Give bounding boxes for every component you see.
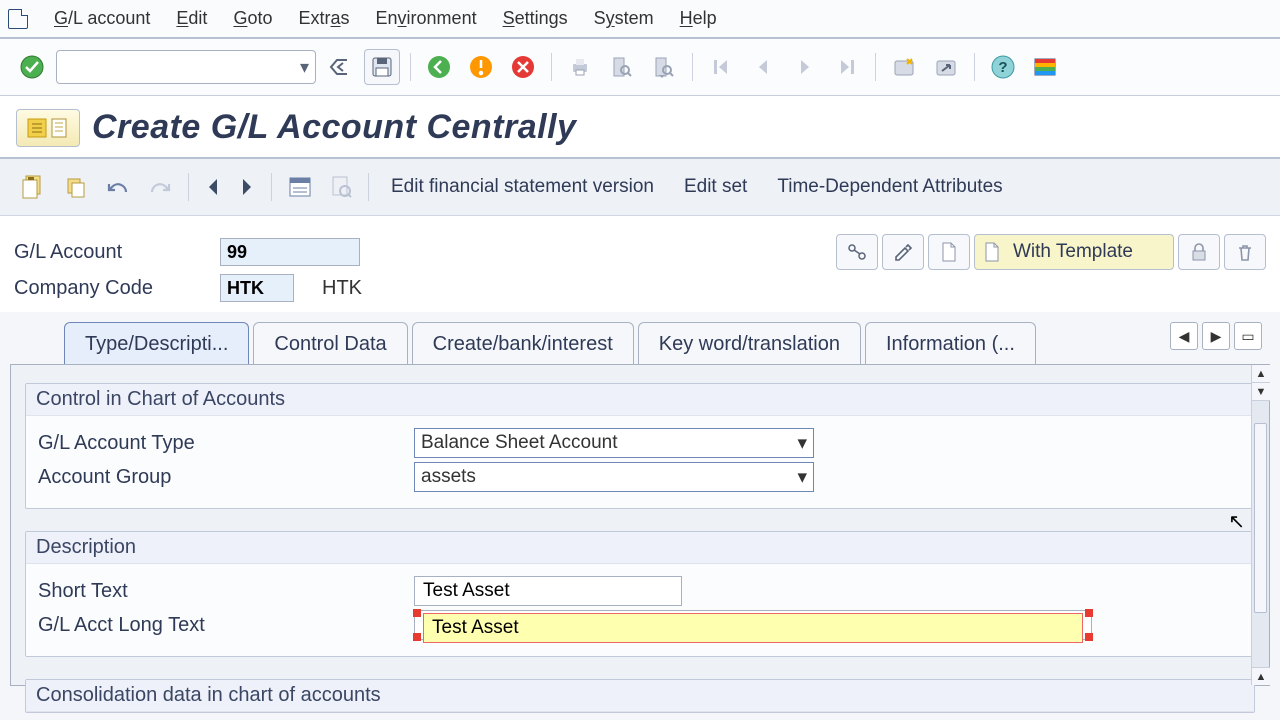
nav-back-icon[interactable] (421, 49, 457, 85)
exit-icon[interactable] (463, 49, 499, 85)
template-doc-icon (983, 241, 1001, 263)
group-title-consolidation: Consolidation data in chart of accounts (26, 680, 1254, 712)
group-chart-control: Control in Chart of Accounts G/L Account… (25, 383, 1255, 509)
company-code-text: HTK (322, 277, 362, 300)
edit-fsv-link[interactable]: Edit financial statement version (379, 172, 666, 202)
object-icon (16, 109, 80, 147)
help-icon[interactable]: ? (985, 49, 1021, 85)
long-text-label: G/L Acct Long Text (38, 614, 414, 637)
shortcut-icon[interactable] (928, 49, 964, 85)
gl-account-type-label: G/L Account Type (38, 432, 414, 455)
long-text-input[interactable] (423, 613, 1083, 643)
menu-goto[interactable]: Goto (233, 8, 272, 29)
find-icon[interactable] (604, 49, 640, 85)
tab-content: ▲ ▼ ▲ Control in Chart of Accounts G/L A… (10, 364, 1270, 686)
short-text-label: Short Text (38, 580, 414, 603)
find-next-icon[interactable] (646, 49, 682, 85)
document-icon (8, 9, 28, 29)
menu-system[interactable]: System (594, 8, 654, 29)
undo-icon[interactable] (100, 169, 136, 205)
company-code-input[interactable] (220, 274, 294, 302)
gl-account-label: G/L Account (14, 241, 220, 264)
gl-account-type-value: Balance Sheet Account (421, 432, 617, 454)
command-dropdown-icon[interactable]: ▾ (294, 57, 315, 78)
display-list-icon[interactable] (282, 169, 318, 205)
tab-create-bank-interest[interactable]: Create/bank/interest (412, 322, 634, 364)
menu-bar: G/L account Edit Goto Extras Environment… (0, 0, 1280, 39)
menu-extras[interactable]: Extras (298, 8, 349, 29)
paste-icon[interactable] (14, 169, 52, 205)
application-toolbar: Edit financial statement version Edit se… (0, 159, 1280, 216)
layout-icon[interactable] (1027, 49, 1063, 85)
first-page-icon[interactable] (703, 49, 739, 85)
company-code-label: Company Code (14, 277, 220, 300)
next-item-icon[interactable] (233, 169, 261, 205)
command-input[interactable] (57, 53, 294, 81)
edit-set-link[interactable]: Edit set (672, 172, 759, 202)
chevron-down-icon: ▾ (797, 432, 807, 455)
next-page-icon[interactable] (787, 49, 823, 85)
group-description: Description Short Text G/L Acct Long Tex… (25, 531, 1255, 657)
menu-settings[interactable]: Settings (503, 8, 568, 29)
scroll-thumb[interactable] (1254, 423, 1267, 613)
tab-scroll-right-icon[interactable]: ▶ (1202, 322, 1230, 350)
scroll-up2-icon[interactable]: ▼ (1252, 383, 1270, 401)
tab-control-data[interactable]: Control Data (253, 322, 407, 364)
tab-list-icon[interactable]: ▭ (1234, 322, 1262, 350)
long-text-wrapper (414, 610, 1092, 640)
menu-help[interactable]: Help (680, 8, 717, 29)
standard-toolbar: ▾ ? (0, 39, 1280, 96)
tab-type-description[interactable]: Type/Descripti... (64, 322, 249, 364)
delete-icon[interactable] (1224, 234, 1266, 270)
time-dep-attr-link[interactable]: Time-Dependent Attributes (765, 172, 1014, 202)
new-doc-icon[interactable] (928, 234, 970, 270)
chevron-down-icon: ▾ (797, 466, 807, 489)
command-field[interactable]: ▾ (56, 50, 316, 84)
back-icon[interactable] (322, 49, 358, 85)
group-title-chart: Control in Chart of Accounts (26, 384, 1254, 416)
ok-icon[interactable] (14, 49, 50, 85)
save-icon[interactable] (364, 49, 400, 85)
with-template-label: With Template (1013, 241, 1133, 263)
menu-environment[interactable]: Environment (376, 8, 477, 29)
tab-keyword-translation[interactable]: Key word/translation (638, 322, 861, 364)
display-doc-icon[interactable] (324, 169, 358, 205)
vertical-scrollbar[interactable]: ▲ ▼ ▲ (1251, 365, 1269, 685)
gl-account-input[interactable] (220, 238, 360, 266)
tab-scroll-left-icon[interactable]: ◀ (1170, 322, 1198, 350)
last-page-icon[interactable] (829, 49, 865, 85)
prev-item-icon[interactable] (199, 169, 227, 205)
copy-icon[interactable] (58, 169, 94, 205)
short-text-input[interactable] (414, 576, 682, 606)
print-icon[interactable] (562, 49, 598, 85)
tab-information[interactable]: Information (... (865, 322, 1036, 364)
redo-icon[interactable] (142, 169, 178, 205)
title-bar: Create G/L Account Centrally (0, 96, 1280, 159)
prev-page-icon[interactable] (745, 49, 781, 85)
group-title-description: Description (26, 532, 1254, 564)
tabstrip: Type/Descripti... Control Data Create/ba… (10, 322, 1270, 364)
with-template-button[interactable]: With Template (974, 234, 1174, 270)
account-group-value: assets (421, 466, 476, 488)
page-title: Create G/L Account Centrally (92, 108, 576, 147)
account-group-label: Account Group (38, 466, 414, 489)
menu-edit[interactable]: Edit (176, 8, 207, 29)
gl-account-type-select[interactable]: Balance Sheet Account ▾ (414, 428, 814, 458)
lock-icon[interactable] (1178, 234, 1220, 270)
header-block: G/L Account With Template Company Code H… (0, 216, 1280, 312)
scroll-up-icon[interactable]: ▲ (1252, 365, 1270, 383)
svg-text:?: ? (998, 59, 1007, 76)
cancel-icon[interactable] (505, 49, 541, 85)
new-session-icon[interactable] (886, 49, 922, 85)
cursor-icon: ↖ (1228, 509, 1245, 534)
edit-icon[interactable] (882, 234, 924, 270)
menu-gl-account[interactable]: G/L account (54, 8, 150, 29)
group-consolidation: Consolidation data in chart of accounts (25, 679, 1255, 713)
scroll-down-icon[interactable]: ▲ (1252, 667, 1270, 685)
where-used-icon[interactable] (836, 234, 878, 270)
account-group-select[interactable]: assets ▾ (414, 462, 814, 492)
